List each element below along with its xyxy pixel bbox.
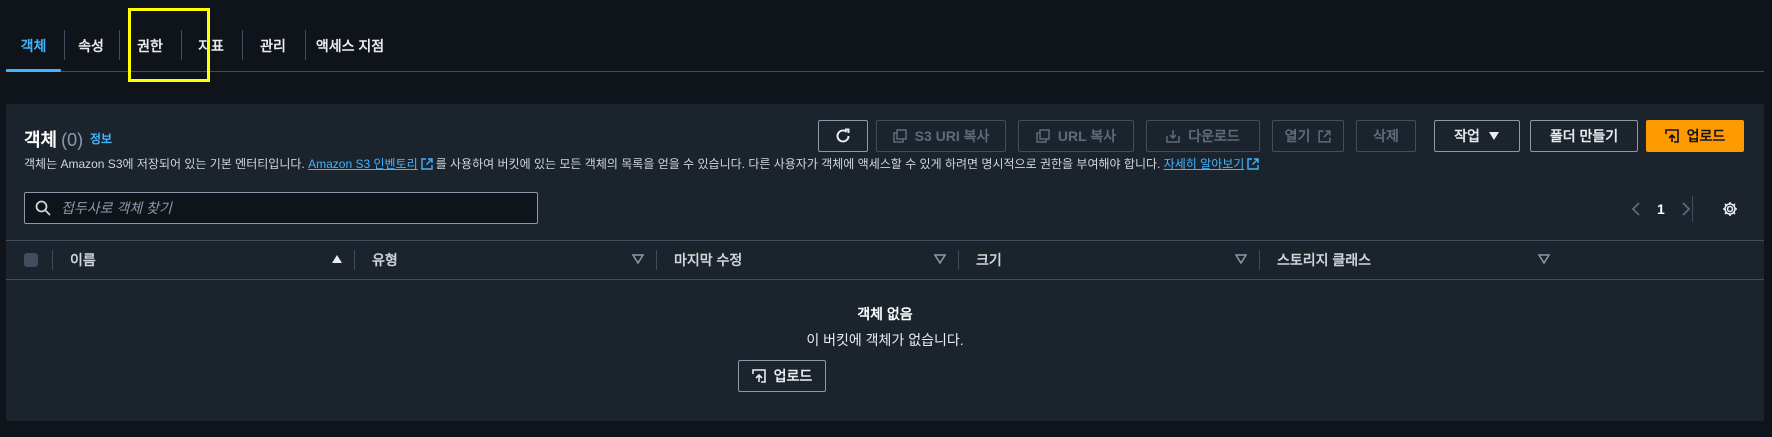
table-header: 이름 유형 마지막 수정 크기 스토리지 클래스 [6,240,1764,280]
chevron-right-icon[interactable] [1681,201,1691,217]
info-link[interactable]: 정보 [90,130,112,147]
actions-dropdown[interactable]: 작업 [1434,120,1520,152]
delete-button[interactable]: 삭제 [1356,120,1416,152]
chevron-left-icon[interactable] [1631,201,1641,217]
settings-gear-icon[interactable] [1722,201,1738,217]
copy-url-label: URL 복사 [1057,128,1117,144]
tab-bar: 객체 속성 권한 지표 관리 액세스 지점 [6,20,1764,72]
actions-label: 작업 [1454,128,1480,144]
upload-icon [1664,129,1679,143]
tab-divider [242,30,243,60]
tab-divider [119,30,120,60]
upload-icon [751,369,766,383]
refresh-icon [836,128,850,143]
column-header-name[interactable]: 이름 [70,241,96,279]
copy-icon [1036,129,1050,143]
tab-divider [64,30,65,60]
copy-icon [892,129,907,143]
sort-caret-icon[interactable] [1538,254,1550,264]
column-divider [52,250,53,270]
refresh-button[interactable] [818,120,868,152]
empty-state-upload-label: 업로드 [773,368,813,384]
inventory-link[interactable]: Amazon S3 인벤토리 [308,157,418,171]
search-icon [35,200,51,216]
panel-description: 객체는 Amazon S3에 저장되어 있는 기본 엔터티입니다. Amazon… [24,155,1424,172]
column-divider [354,250,355,270]
highlight-annotation [128,8,210,82]
sort-ascending-icon[interactable] [331,254,343,264]
object-count: (0) [61,130,84,150]
search-input[interactable] [61,200,521,216]
upload-label: 업로드 [1686,128,1726,144]
desc-text-2: 를 사용하여 버킷에 있는 모든 객체의 목록을 얻을 수 있습니다. 다른 사… [435,157,1161,171]
upload-button[interactable]: 업로드 [1646,120,1744,152]
sort-caret-icon[interactable] [1235,254,1247,264]
column-divider [958,250,959,270]
sort-caret-icon[interactable] [934,254,946,264]
learn-more-link[interactable]: 자세히 알아보기 [1164,157,1245,171]
open-label: 열기 [1284,128,1311,144]
column-header-last-modified[interactable]: 마지막 수정 [674,241,742,279]
empty-state-upload-button[interactable]: 업로드 [738,360,826,392]
open-button[interactable]: 열기 [1272,120,1344,152]
select-all-checkbox[interactable] [24,253,38,267]
panel-title-text: 객체 [24,130,58,150]
download-label: 다운로드 [1188,128,1240,144]
tab-divider [305,30,306,60]
caret-down-icon [1488,132,1499,140]
empty-state-subtitle: 이 버킷에 객체가 없습니다. [806,332,964,348]
tab-management[interactable]: 관리 [244,20,302,71]
copy-url-button[interactable]: URL 복사 [1018,120,1134,152]
copy-s3-uri-label: S3 URI 복사 [914,128,990,144]
objects-panel: 객체 (0) 정보 객체는 Amazon S3에 저장되어 있는 기본 엔터티입니… [6,104,1764,421]
column-header-size[interactable]: 크기 [976,241,1002,279]
panel-title: 객체 (0) [24,126,83,152]
column-divider [656,250,657,270]
external-link-icon [420,158,433,170]
empty-state-title: 객체 없음 [857,306,913,322]
pager-divider [1692,196,1693,222]
external-link-icon [1247,158,1260,170]
copy-s3-uri-button[interactable]: S3 URI 복사 [876,120,1006,152]
create-folder-button[interactable]: 폴더 만들기 [1530,120,1638,152]
download-icon [1166,130,1180,143]
column-divider [1259,250,1260,270]
column-header-storage-class[interactable]: 스토리지 클래스 [1277,241,1371,279]
download-button[interactable]: 다운로드 [1146,120,1260,152]
current-page[interactable]: 1 [1657,201,1665,217]
create-folder-label: 폴더 만들기 [1549,128,1619,144]
sort-caret-icon[interactable] [632,254,644,264]
external-link-icon [1318,129,1332,143]
column-header-type[interactable]: 유형 [372,241,398,279]
pagination: 1 [1631,198,1691,220]
tab-properties[interactable]: 속성 [66,20,116,71]
tab-access-points[interactable]: 액세스 지점 [307,20,393,71]
tab-objects[interactable]: 객체 [6,20,61,72]
desc-text-1: 객체는 Amazon S3에 저장되어 있는 기본 엔터티입니다. [24,157,305,171]
delete-label: 삭제 [1373,128,1399,144]
search-box [24,192,538,224]
